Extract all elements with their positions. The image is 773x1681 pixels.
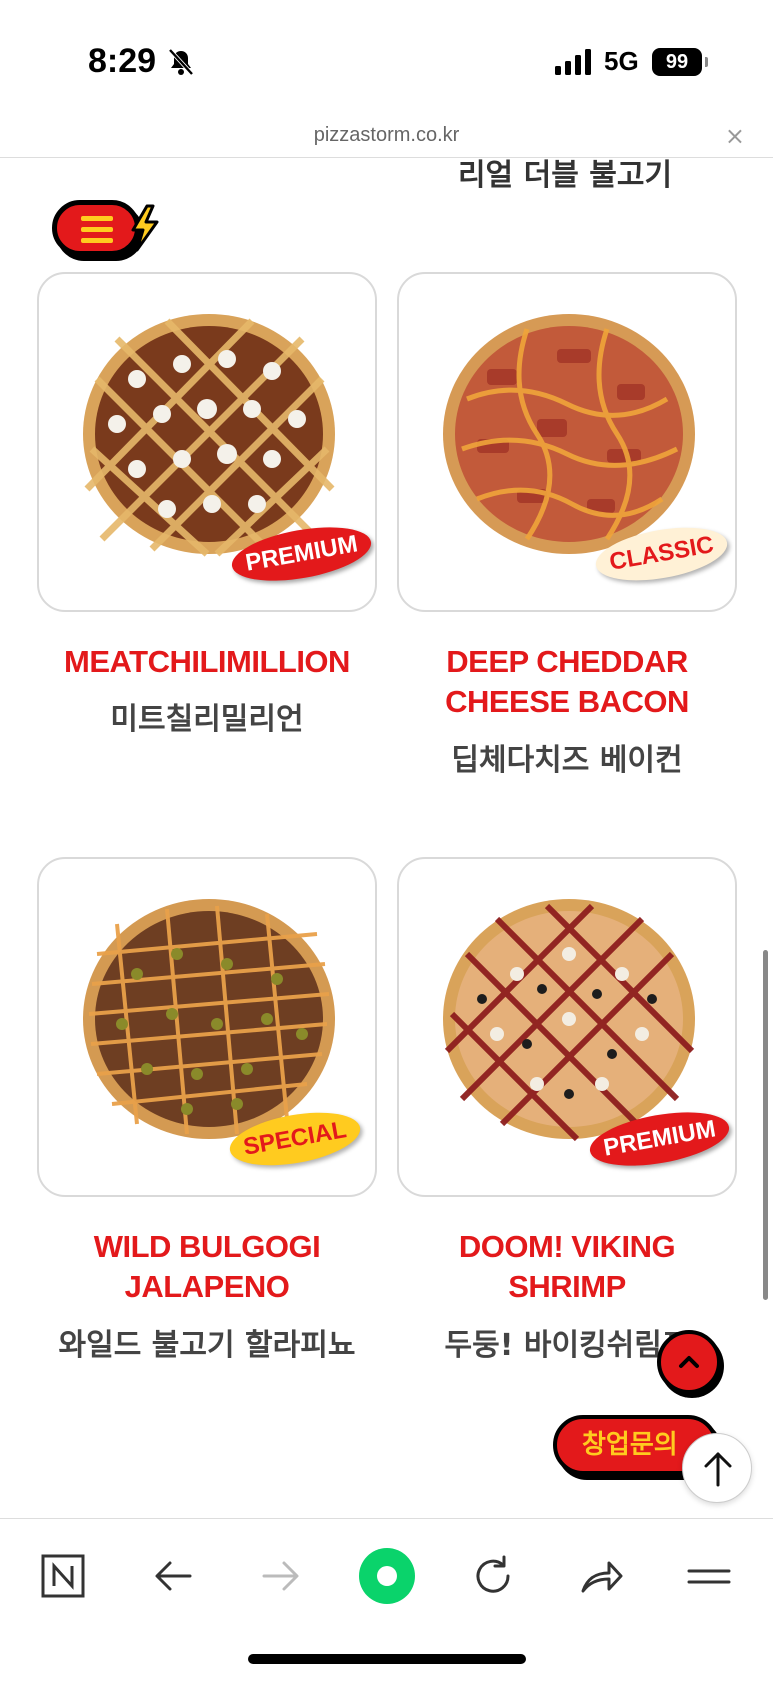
pizza-image [83, 314, 335, 557]
pizza-image [443, 314, 695, 554]
product-title-ko: 와일드 불고기 할라피뇨 [58, 1328, 356, 1363]
lightning-bolt-icon [131, 204, 159, 252]
back-arrow-icon[interactable] [148, 1551, 198, 1601]
scroll-up-red-button[interactable] [657, 1330, 721, 1394]
product-card-wild-bulgogi[interactable]: SPECIAL [37, 857, 377, 1197]
status-bar: 8:29 5G 99 [0, 0, 773, 120]
product-title-en: WILD BULGOGI JALAPENO [93, 1229, 321, 1304]
bell-muted-icon [168, 48, 194, 76]
menu-icon[interactable] [684, 1551, 734, 1601]
product-title-ko: 딥체다치즈 베이컨 [451, 743, 683, 778]
naver-n-icon[interactable] [38, 1551, 88, 1601]
arrow-up-icon [704, 1452, 732, 1487]
product-title-en: DEEP CHEDDAR CHEESE BACON [445, 644, 689, 719]
scroll-to-top-button[interactable] [682, 1433, 752, 1503]
product-card-doom-viking-shrimp[interactable]: PREMIUM [397, 857, 737, 1197]
home-indicator [248, 1654, 526, 1664]
forward-arrow-icon[interactable] [256, 1551, 306, 1601]
share-icon[interactable] [575, 1551, 625, 1601]
product-card-deep-cheddar[interactable]: CLASSIC [397, 272, 737, 612]
close-icon[interactable]: × [725, 122, 745, 150]
signal-icon [555, 49, 591, 75]
product-title-en: MEATCHILIMILLION [64, 644, 350, 679]
url-text[interactable]: pizzastorm.co.kr [0, 124, 773, 147]
network-type: 5G [604, 46, 639, 76]
product-card-meatchilimillion[interactable]: PREMIUM [37, 272, 377, 612]
scrollbar[interactable] [763, 950, 768, 1300]
reload-icon[interactable] [468, 1551, 518, 1601]
hamburger-icon [81, 216, 113, 249]
product-title-en: DOOM! VIKING SHRIMP [458, 1229, 676, 1304]
clock: 8:29 [88, 42, 157, 80]
pizza-image [83, 899, 335, 1139]
green-dot-icon[interactable] [358, 1547, 416, 1605]
partial-product-title: 리얼 더블 불고기 [457, 158, 673, 193]
battery-icon: 99 [652, 48, 708, 76]
product-title-ko: 미트칠리밀리언 [110, 702, 304, 737]
pizza-image [443, 899, 695, 1142]
chevron-up-icon [679, 1356, 699, 1368]
